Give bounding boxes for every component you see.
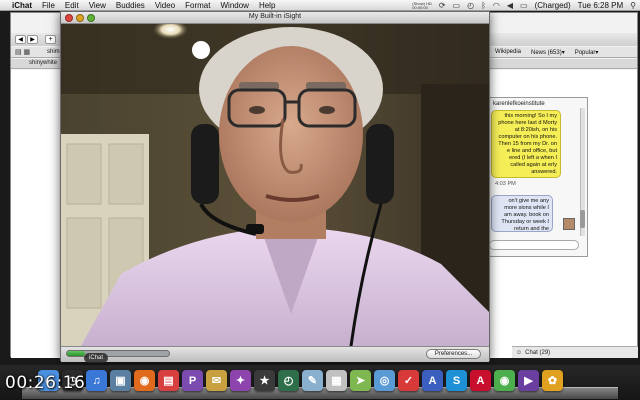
back-button[interactable]: ◀ [15,35,26,44]
time-machine-menu-icon[interactable]: ◴ [467,1,474,10]
skype-icon[interactable]: S [446,370,467,391]
firefox-icon[interactable]: ◉ [134,370,155,391]
sync-icon[interactable]: ⟳ [439,1,446,10]
calculator-icon[interactable]: ▦ [326,370,347,391]
received-message: this morning! So I my phone here last d … [491,110,561,178]
dock: ☺ ◷ ♫ ▣ ◉ ▤ P ✉ ✦ ★ ◴ ✎ ▦ ➤ ◎ ✓ A S A ◉ ▶ ✿ [0,365,640,400]
memory-readout-bottom: 00:00:00 [412,4,428,10]
ical-icon[interactable]: ▤ [158,370,179,391]
memory-readout[interactable]: (Show) HD 00:00:00 [412,1,432,10]
bookmark-news[interactable]: News (653)▾ [531,49,565,56]
imovie-icon[interactable]: ★ [254,370,275,391]
buddy-chat-label[interactable]: Chat (29) [525,350,550,356]
menu-video[interactable]: Video [155,1,175,10]
bookmark-popular[interactable]: Popular▾ [575,49,599,56]
video-feed [61,24,489,346]
display-icon[interactable]: ▭ [453,1,461,10]
menu-file[interactable]: File [42,1,55,10]
sendmail-icon[interactable]: ➤ [350,370,371,391]
time-machine-icon[interactable]: ◴ [278,370,299,391]
itunes-icon[interactable]: ♫ [86,370,107,391]
battery-icon[interactable]: ▭ [520,1,528,10]
bookmarks-grid-icon[interactable]: ▤ ▦ [15,48,30,56]
bookmark-wikipedia[interactable]: Wikipedia [495,49,521,56]
bluetooth-icon[interactable]: ᛒ [481,1,486,10]
menu-extras: (Show) HD 00:00:00 ⟳ ▭ ◴ ᛒ ◠ ◀ ▭ (Charge… [412,0,636,11]
buddy-icon: ☺ [516,349,523,356]
menu-format[interactable]: Format [185,1,210,10]
menu-help[interactable]: Help [259,1,275,10]
isight-title: My Built-in iSight [248,13,302,20]
iphoto-icon[interactable]: ▣ [110,370,131,391]
dock-tooltip: iChat [84,353,109,363]
audio-level-fill [67,351,85,356]
menu-view[interactable]: View [89,1,106,10]
photoshop-icon[interactable]: P [182,370,203,391]
wifi-icon[interactable]: ◠ [493,1,500,10]
chat-title: karenlefkoeinstitute [493,101,545,107]
sunflower-icon[interactable]: ✿ [542,370,563,391]
recording-timer: 00:26:16 [5,373,86,393]
acrobat-icon[interactable]: A [470,370,491,391]
mail-icon[interactable]: ✎ [302,370,323,391]
browser-tab[interactable]: shinywhite [29,60,57,66]
address-book-icon[interactable]: A [422,370,443,391]
menu-bar: iChat File Edit View Buddies Video Forma… [0,0,640,11]
menu-edit[interactable]: Edit [65,1,79,10]
menu-buddies[interactable]: Buddies [116,1,145,10]
spotlight-icon[interactable]: ⚲ [630,1,636,10]
chat-window: karenlefkoeinstitute this morning! So I … [480,97,588,257]
menu-window[interactable]: Window [220,1,248,10]
video-preview [61,24,489,346]
preview-icon[interactable]: ✉ [206,370,227,391]
menu-app-name[interactable]: iChat [12,1,32,10]
safari-icon[interactable]: ◎ [374,370,395,391]
buddy-list-strip: ☺ Chat (29) [512,346,638,358]
chat-input[interactable] [489,240,579,250]
preferences-button[interactable]: Preferences... [426,349,481,359]
menu-clock[interactable]: Tue 6:28 PM [578,1,624,10]
sent-message: on't give me any more sions while I am a… [491,195,553,232]
dock-icons: ☺ ◷ ♫ ▣ ◉ ▤ P ✉ ✦ ★ ◴ ✎ ▦ ➤ ◎ ✓ A S A ◉ ▶ ✿ [38,370,563,391]
bookmark-item[interactable]: shim [47,49,60,55]
forward-button[interactable]: ▶ [27,35,38,44]
film-icon[interactable]: ▶ [518,370,539,391]
chat-scroll-thumb[interactable] [580,210,585,228]
volume-icon[interactable]: ◀ [507,1,513,10]
ichat-active-icon[interactable]: ✓ [398,370,419,391]
isight-window: My Built-in iSight Preferences... [60,11,490,362]
message-timestamp: 4:03 PM [495,181,516,187]
chrome-icon[interactable]: ◉ [494,370,515,391]
add-bookmark-button[interactable]: + [45,35,56,44]
game-icon[interactable]: ✦ [230,370,251,391]
bookmarks-right: Wikipedia News (653)▾ Popular▾ [495,49,598,56]
battery-status[interactable]: (Charged) [535,1,571,10]
avatar [563,218,575,230]
